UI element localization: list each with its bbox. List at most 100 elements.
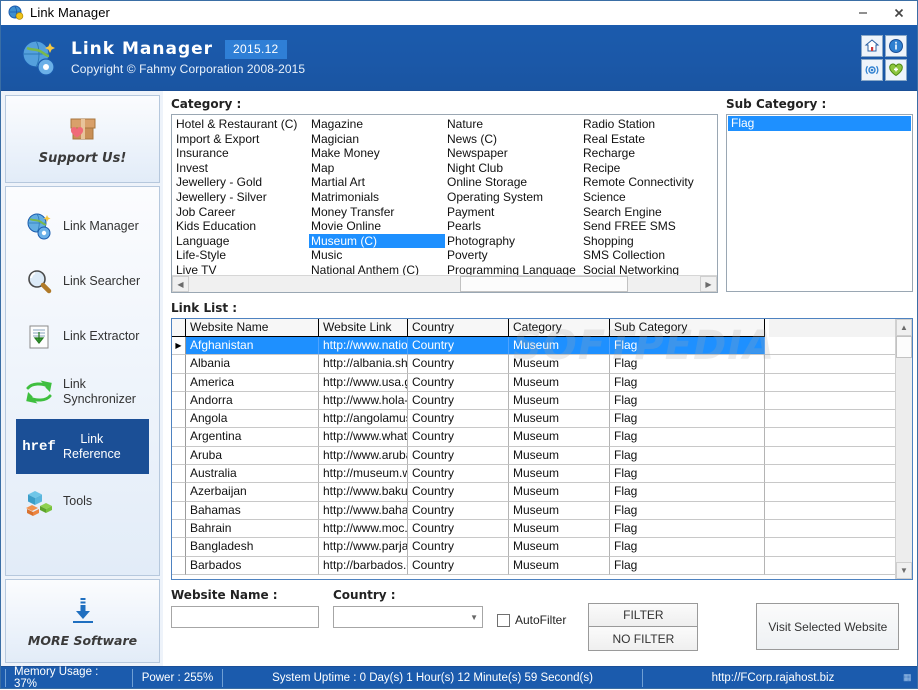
cell-website-name[interactable]: Albania: [186, 355, 319, 374]
category-item[interactable]: Recipe: [581, 161, 717, 176]
cell-sub-category[interactable]: Flag: [610, 538, 765, 557]
cell-website-link[interactable]: http://angolamus: [319, 410, 408, 429]
category-item[interactable]: Magician: [309, 132, 445, 147]
scroll-right-icon[interactable]: ▶: [700, 276, 717, 292]
category-item[interactable]: Nature: [445, 117, 581, 132]
cell-website-link[interactable]: http://www.usa.g: [319, 373, 408, 392]
cell-website-link[interactable]: http://www.moc.g: [319, 519, 408, 539]
subcategory-listbox[interactable]: Flag: [726, 114, 913, 292]
info-icon[interactable]: [885, 35, 907, 57]
scroll-thumb[interactable]: [459, 276, 629, 292]
category-item[interactable]: Programming Language: [445, 263, 581, 275]
cell-category[interactable]: Museum: [509, 556, 610, 575]
minimize-button[interactable]: [845, 1, 881, 25]
sidebar-item-link-manager[interactable]: Link Manager: [12, 199, 153, 254]
autofilter-checkbox[interactable]: [497, 613, 510, 627]
chevron-down-icon[interactable]: ▼: [470, 613, 478, 622]
category-listbox[interactable]: Hotel & Restaurant (C) Import & Export I…: [171, 114, 718, 293]
cell-country[interactable]: Country: [408, 355, 509, 374]
cell-website-name[interactable]: Bahamas: [186, 501, 319, 520]
heart-plus-icon[interactable]: [885, 59, 907, 81]
grid-header-website-link[interactable]: Website Link: [319, 319, 408, 337]
table-row[interactable]: Bahrain http://www.moc.g Country Museum …: [172, 519, 895, 539]
category-item[interactable]: Live TV: [174, 263, 309, 275]
table-row[interactable]: America http://www.usa.g Country Museum …: [172, 373, 895, 392]
scroll-up-icon[interactable]: ▲: [896, 319, 912, 336]
table-row[interactable]: Andorra http://www.hola-a Country Museum…: [172, 391, 895, 411]
category-item[interactable]: Search Engine: [581, 205, 717, 220]
category-item[interactable]: Jewellery - Gold: [174, 175, 309, 190]
table-row[interactable]: Argentina http://www.whata Country Museu…: [172, 428, 895, 447]
cell-website-link[interactable]: http://www.bahar: [319, 501, 408, 520]
category-item[interactable]: Night Club: [445, 161, 581, 176]
category-item[interactable]: Language: [174, 234, 309, 249]
table-row[interactable]: Australia http://museum.wa Country Museu…: [172, 465, 895, 484]
category-item[interactable]: Kids Education: [174, 219, 309, 234]
grid-header-category[interactable]: Category: [509, 319, 610, 337]
cell-category[interactable]: Museum: [509, 410, 610, 429]
category-item[interactable]: Map: [309, 161, 445, 176]
table-row[interactable]: Albania http://albania.sho Country Museu…: [172, 355, 895, 374]
cell-sub-category[interactable]: Flag: [610, 446, 765, 466]
category-item[interactable]: Real Estate: [581, 132, 717, 147]
close-button[interactable]: [881, 1, 917, 25]
cell-website-name[interactable]: Barbados: [186, 556, 319, 575]
category-item[interactable]: Jewellery - Silver: [174, 190, 309, 205]
cell-sub-category[interactable]: Flag: [610, 391, 765, 411]
cell-country[interactable]: Country: [408, 391, 509, 411]
cell-sub-category[interactable]: Flag: [610, 519, 765, 539]
cell-website-name[interactable]: America: [186, 373, 319, 392]
grid-header-website-name[interactable]: Website Name: [186, 319, 319, 337]
cell-sub-category[interactable]: Flag: [610, 483, 765, 502]
scroll-track[interactable]: [896, 336, 912, 562]
cell-website-name[interactable]: Bahrain: [186, 519, 319, 539]
cell-sub-category[interactable]: Flag: [610, 373, 765, 392]
category-item[interactable]: Shopping: [581, 234, 717, 249]
category-item[interactable]: Music: [309, 248, 445, 263]
category-item[interactable]: News (C): [445, 132, 581, 147]
cell-website-link[interactable]: http://albania.sho: [319, 355, 408, 374]
category-item[interactable]: Recharge: [581, 146, 717, 161]
table-row[interactable]: Aruba http://www.aruba Country Museum Fl…: [172, 446, 895, 466]
category-item[interactable]: Money Transfer: [309, 205, 445, 220]
resize-grip-icon[interactable]: ▦: [903, 672, 917, 683]
link-list-grid[interactable]: Website Name Website Link Country Catego…: [171, 318, 913, 580]
filter-button[interactable]: FILTER: [588, 603, 699, 627]
category-item[interactable]: Import & Export: [174, 132, 309, 147]
cell-website-name[interactable]: Angola: [186, 410, 319, 429]
category-item[interactable]: Hotel & Restaurant (C): [174, 117, 309, 132]
cell-category[interactable]: Museum: [509, 465, 610, 484]
table-row[interactable]: Barbados http://barbados.o Country Museu…: [172, 556, 895, 575]
cell-category[interactable]: Museum: [509, 519, 610, 539]
category-item[interactable]: Martial Art: [309, 175, 445, 190]
category-item[interactable]: Invest: [174, 161, 309, 176]
cell-website-link[interactable]: http://www.nation: [319, 337, 408, 356]
cell-country[interactable]: Country: [408, 465, 509, 484]
category-item[interactable]: Social Networking: [581, 263, 717, 275]
category-item[interactable]: Send FREE SMS: [581, 219, 717, 234]
cell-website-name[interactable]: Argentina: [186, 428, 319, 447]
category-item[interactable]: Photography: [445, 234, 581, 249]
cell-category[interactable]: Museum: [509, 446, 610, 466]
link-list-vertical-scrollbar[interactable]: ▲ ▼: [895, 319, 912, 579]
cell-sub-category[interactable]: Flag: [610, 355, 765, 374]
table-row[interactable]: Angola http://angolamus Country Museum F…: [172, 410, 895, 429]
grid-header-country[interactable]: Country: [408, 319, 509, 337]
category-item[interactable]: Job Career: [174, 205, 309, 220]
cell-category[interactable]: Museum: [509, 428, 610, 447]
subcategory-item-selected[interactable]: Flag: [728, 116, 911, 131]
category-item[interactable]: Pearls: [445, 219, 581, 234]
cell-sub-category[interactable]: Flag: [610, 410, 765, 429]
cell-sub-category[interactable]: Flag: [610, 465, 765, 484]
category-item[interactable]: Make Money: [309, 146, 445, 161]
cell-website-link[interactable]: http://www.bakuj: [319, 483, 408, 502]
category-item[interactable]: Newspaper: [445, 146, 581, 161]
cell-website-link[interactable]: http://www.aruba: [319, 446, 408, 466]
autofilter-checkbox-group[interactable]: AutoFilter: [497, 613, 566, 627]
cell-sub-category[interactable]: Flag: [610, 428, 765, 447]
cell-country[interactable]: Country: [408, 410, 509, 429]
sidebar-item-link-searcher[interactable]: Link Searcher: [12, 254, 153, 309]
category-item[interactable]: National Anthem (C): [309, 263, 445, 275]
scroll-track[interactable]: [189, 276, 700, 292]
category-list[interactable]: Hotel & Restaurant (C) Import & Export I…: [172, 115, 717, 275]
